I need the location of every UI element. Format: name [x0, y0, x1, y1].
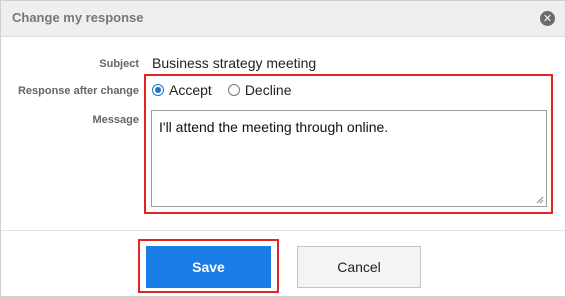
accept-radio[interactable] [152, 84, 164, 96]
save-button[interactable]: Save [146, 246, 271, 288]
cancel-button[interactable]: Cancel [297, 246, 421, 288]
dialog-title: Change my response [12, 10, 144, 25]
message-text: I'll attend the meeting through online. [159, 119, 389, 135]
decline-radio[interactable] [227, 84, 240, 96]
footer-divider [1, 230, 565, 231]
response-radio-group: Accept Decline [152, 82, 308, 98]
subject-label: Subject [99, 58, 139, 70]
close-icon[interactable]: ✕ [540, 11, 555, 26]
decline-radio-label[interactable]: Decline [245, 82, 292, 98]
subject-value: Business strategy meeting [152, 55, 317, 71]
accept-radio-label[interactable]: Accept [169, 82, 212, 98]
message-textarea[interactable]: I'll attend the meeting through online. [151, 110, 547, 207]
message-label: Message [92, 114, 139, 126]
dialog-header: Change my response ✕ [1, 1, 565, 37]
resize-handle-icon[interactable] [536, 196, 544, 204]
change-response-dialog: Change my response ✕ Subject Business st… [0, 0, 566, 297]
response-label: Response after change [17, 85, 139, 97]
